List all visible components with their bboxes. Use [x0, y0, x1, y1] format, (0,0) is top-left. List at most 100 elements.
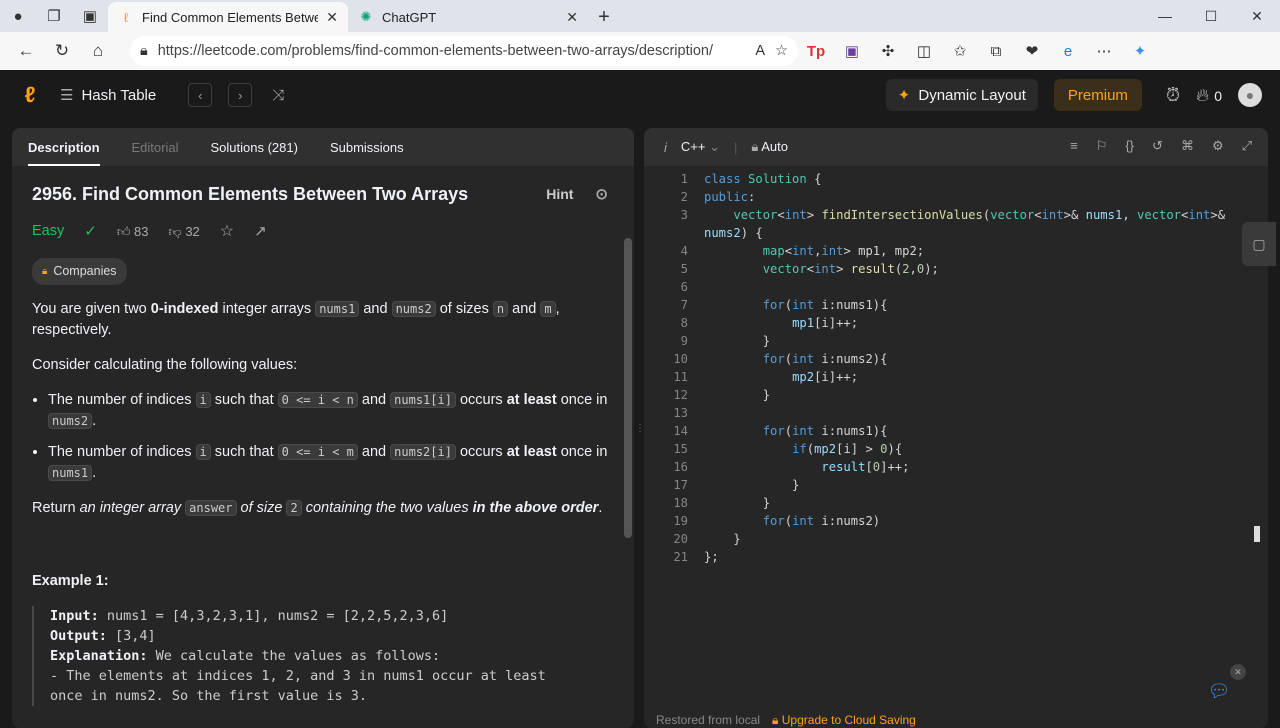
divider: |	[734, 139, 738, 155]
collections-icon[interactable]: ⧉	[978, 35, 1014, 67]
braces-icon[interactable]: {}	[1125, 138, 1134, 154]
performance-icon[interactable]: ❤	[1014, 35, 1050, 67]
tab-actions-icon[interactable]: ▣	[72, 0, 108, 32]
address-bar[interactable]: 🔒︎ https://leetcode.com/problems/find-co…	[130, 36, 798, 66]
extension-tp-icon[interactable]: Tp	[798, 35, 834, 67]
side-panel-icon[interactable]: ▢	[1242, 222, 1276, 266]
extension-purple-icon[interactable]: ▣	[834, 35, 870, 67]
lock-icon: 🔒︎	[751, 139, 759, 154]
dislike-button[interactable]: 👎︎ 32	[169, 221, 200, 242]
panel-splitter[interactable]: ⋮	[635, 128, 645, 728]
chat-icon[interactable]: 💬︎	[1204, 676, 1234, 706]
streak-count: 0	[1214, 87, 1222, 104]
profile-icon[interactable]: ●	[0, 0, 36, 32]
read-aloud-icon[interactable]: A	[755, 43, 765, 59]
leetcode-icon: ℓ	[123, 9, 129, 25]
close-icon[interactable]: ✕	[326, 9, 338, 26]
leetcode-logo-icon[interactable]: ℓ	[16, 81, 44, 109]
new-tab-button[interactable]: +	[588, 2, 620, 32]
split-screen-icon[interactable]: ◫	[906, 35, 942, 67]
lock-icon: 🔒︎	[140, 43, 148, 59]
back-icon[interactable]: ←	[8, 35, 44, 67]
tab-solutions[interactable]: Solutions (281)	[210, 128, 297, 166]
browser-tab-bar: ● ❐ ▣ ℓ Find Common Elements Between ✕ ✺…	[0, 0, 1280, 32]
shortcut-icon[interactable]: ⌘	[1181, 138, 1194, 154]
close-window-icon[interactable]: ✕	[1234, 0, 1280, 32]
workspaces-icon[interactable]: ❐	[36, 0, 72, 32]
problem-list-title: Hash Table	[81, 86, 157, 104]
values-list: The number of indices i such that 0 <= i…	[32, 390, 614, 484]
editor-scroll-indicator[interactable]	[1254, 526, 1260, 542]
favorite-star-icon[interactable]: ☆	[775, 43, 788, 59]
browser-tab-chatgpt[interactable]: ✺ ChatGPT ✕	[348, 2, 588, 32]
tab-submissions[interactable]: Submissions	[330, 128, 404, 166]
streak-fire-icon[interactable]: 🔥︎ 0	[1196, 85, 1222, 106]
code-editor[interactable]: 1 class Solution { 2 public: 3 vector<int>…	[644, 170, 1268, 566]
solved-check-icon: ✓	[84, 223, 97, 240]
favorites-icon[interactable]: ✩	[942, 35, 978, 67]
prev-problem-icon[interactable]: ‹	[188, 83, 213, 107]
more-icon[interactable]: ⋯	[1086, 35, 1122, 67]
alarm-clock-icon[interactable]: ⏰︎	[1166, 85, 1180, 106]
problem-title-row: 2956. Find Common Elements Between Two A…	[32, 184, 614, 205]
share-icon[interactable]: ↗	[254, 221, 267, 242]
like-button[interactable]: 👍︎ 83	[117, 221, 149, 242]
leetcode-page: ℓ ☰ Hash Table ‹ › ⤨ ✦ Dynamic Layout Pr…	[4, 70, 1274, 728]
url-text: https://leetcode.com/problems/find-commo…	[157, 43, 713, 59]
auto-mode[interactable]: 🔒︎ Auto	[751, 139, 788, 155]
difficulty-badge: Easy	[32, 223, 65, 239]
example-block: Input: nums1 = [4,3,2,3,1], nums2 = [2,2…	[32, 606, 614, 706]
copilot-icon[interactable]: ✦	[1122, 35, 1158, 67]
hint-button[interactable]: Hint	[546, 184, 573, 205]
problem-meta: Easy ✓ 👍︎ 83 👎︎ 32 ☆ ↗	[32, 221, 614, 242]
next-problem-icon[interactable]: ›	[228, 83, 253, 107]
home-icon[interactable]: ⌂	[80, 35, 116, 67]
avatar[interactable]: ●	[1238, 83, 1262, 107]
edge-icon[interactable]: e	[1050, 35, 1086, 67]
dynamic-layout-button[interactable]: ✦ Dynamic Layout	[885, 79, 1038, 111]
example-title: Example 1:	[32, 573, 109, 589]
tab-editorial[interactable]: Editorial	[132, 128, 179, 166]
tab-description[interactable]: Description	[28, 128, 100, 166]
return-paragraph: Return an integer array answer of size 2…	[32, 500, 603, 516]
editor-actions: ≡ ⚐ {} ↺ ⌘ ⚙ ⤢	[1070, 138, 1252, 154]
maximize-icon[interactable]: ☐	[1188, 0, 1234, 32]
list-item: The number of indices i such that 0 <= i…	[48, 442, 614, 484]
close-icon[interactable]: ✕	[566, 9, 578, 26]
shuffle-icon[interactable]: ⤨	[272, 87, 284, 104]
window-controls: — ☐ ✕	[1142, 0, 1280, 32]
dislike-count: 32	[185, 224, 200, 239]
format-icon[interactable]: ≡	[1070, 138, 1078, 154]
description-panel: Description Editorial Solutions (281) Su…	[12, 128, 634, 728]
fullscreen-icon[interactable]: ⤢	[1242, 138, 1252, 154]
companies-label: Companies	[53, 264, 117, 278]
like-count: 83	[134, 224, 149, 239]
list-icon: ☰	[60, 87, 74, 104]
address-bar-row: ← ↻ ⌂ 🔒︎ https://leetcode.com/problems/f…	[0, 32, 1280, 70]
restored-status: Restored from local	[656, 713, 761, 727]
problem-title[interactable]: 2956. Find Common Elements Between Two A…	[32, 184, 546, 205]
reset-icon[interactable]: ↺	[1152, 138, 1163, 154]
premium-button[interactable]: Premium	[1053, 79, 1142, 111]
extensions-icon[interactable]: ✣	[870, 35, 906, 67]
companies-badge[interactable]: 🔒︎ Companies	[32, 258, 127, 285]
chevron-down-icon: ⌄	[709, 139, 720, 154]
chatgpt-icon: ✺	[360, 9, 372, 24]
browser-tab-leetcode[interactable]: ℓ Find Common Elements Between ✕	[108, 2, 348, 32]
tab-title: Find Common Elements Between	[142, 9, 319, 25]
problem-list-nav[interactable]: ☰ Hash Table ‹ › ⤨	[60, 83, 284, 107]
upgrade-cloud-link[interactable]: 🔒︎ Upgrade to Cloud Saving	[772, 713, 916, 728]
minimize-icon[interactable]: —	[1142, 0, 1188, 32]
problem-paragraph-2: Consider calculating the following value…	[32, 357, 298, 373]
more-options-icon[interactable]: ⊙	[595, 184, 608, 205]
description-scrollbar[interactable]	[624, 238, 632, 538]
bookmark-icon[interactable]: ⚐	[1096, 138, 1108, 154]
star-icon[interactable]: ☆	[220, 221, 234, 242]
settings-gear-icon[interactable]: ⚙	[1212, 138, 1224, 154]
header-actions: ✦ Dynamic Layout Premium ⏰︎ 🔥︎ 0 ●	[885, 79, 1262, 111]
refresh-icon[interactable]: ↻	[44, 35, 80, 67]
problem-description: 2956. Find Common Elements Between Two A…	[12, 166, 634, 724]
language-select[interactable]: C++ ⌄	[681, 139, 720, 155]
problem-paragraph-1: You are given two 0-indexed integer arra…	[32, 301, 560, 338]
code-editor-panel: i C++ ⌄ | 🔒︎ Auto ≡ ⚐ {} ↺ ⌘ ⚙ ⤢ 1 class …	[644, 128, 1268, 728]
